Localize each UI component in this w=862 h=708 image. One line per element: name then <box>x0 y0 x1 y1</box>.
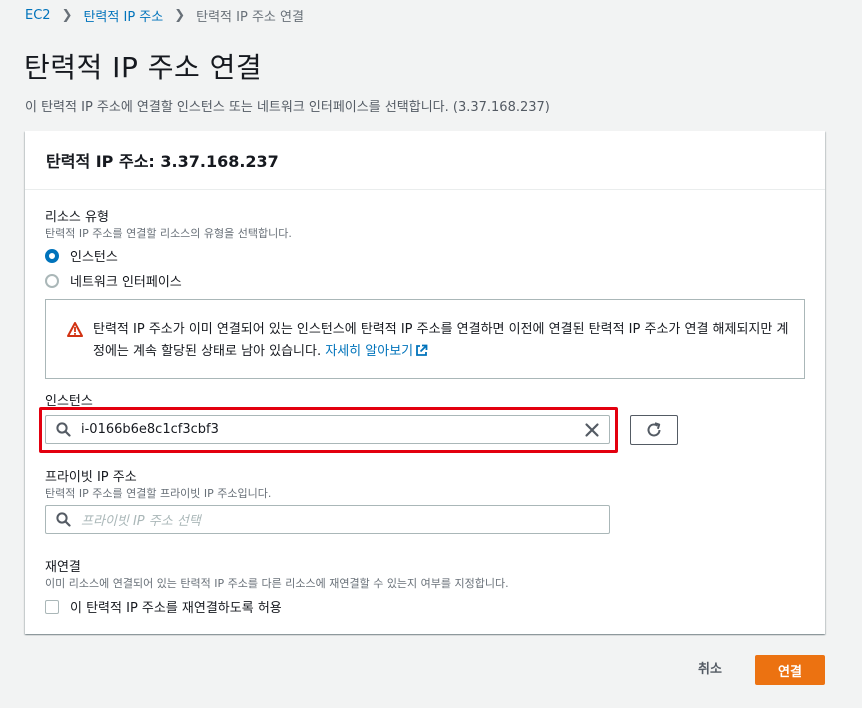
cancel-button[interactable]: 취소 <box>680 660 740 680</box>
warning-alert-text: 탄력적 IP 주소가 이미 연결되어 있는 인스턴스에 탄력적 IP 주소를 연… <box>93 319 793 365</box>
radio-instance-label: 인스턴스 <box>70 250 118 265</box>
breadcrumb-elastic-ips[interactable]: 탄력적 IP 주소 <box>83 6 163 25</box>
breadcrumb-current: 탄력적 IP 주소 연결 <box>196 10 304 25</box>
chevron-right-icon: ❯ <box>174 8 186 23</box>
allow-reassociation-label: 이 탄력적 IP 주소를 재연결하도록 허용 <box>70 601 282 616</box>
chevron-right-icon: ❯ <box>61 8 73 23</box>
reassociation-description: 이미 리소스에 연결되어 있는 탄력적 IP 주소를 다른 리소스에 재연결할 … <box>45 577 509 590</box>
radio-instance-button[interactable] <box>45 248 59 263</box>
external-link-icon <box>415 343 428 365</box>
search-icon <box>56 422 71 437</box>
association-panel: 탄력적 IP 주소: 3.37.168.237 리소스 유형 탄력적 IP 주소… <box>25 131 825 634</box>
breadcrumb: EC2 ❯ 탄력적 IP 주소 ❯ 탄력적 IP 주소 연결 <box>25 6 304 25</box>
resource-type-description: 탄력적 IP 주소를 연결할 리소스의 유형을 선택합니다. <box>45 227 292 240</box>
page-description: 이 탄력적 IP 주소에 연결할 인스턴스 또는 네트워크 인터페이스를 선택합… <box>25 100 550 115</box>
warning-icon <box>67 322 83 341</box>
instance-input-value: i-0166b6e8c1cf3cbf3 <box>81 422 219 437</box>
reassociation-label: 재연결 <box>45 560 81 575</box>
learn-more-label: 자세히 알아보기 <box>325 344 414 359</box>
panel-header: 탄력적 IP 주소: 3.37.168.237 <box>25 131 825 190</box>
radio-instance[interactable]: 인스턴스 <box>45 246 118 265</box>
radio-network-interface[interactable]: 네트워크 인터페이스 <box>45 271 182 290</box>
allow-reassociation-box[interactable] <box>45 599 59 614</box>
private-ip-label: 프라이빗 IP 주소 <box>45 470 137 485</box>
search-icon <box>56 512 71 527</box>
warning-alert: 탄력적 IP 주소가 이미 연결되어 있는 인스턴스에 탄력적 IP 주소를 연… <box>45 299 805 379</box>
private-ip-placeholder: 프라이빗 IP 주소 선택 <box>81 514 201 529</box>
instance-search-input[interactable]: i-0166b6e8c1cf3cbf3 <box>45 415 610 444</box>
page-title: 탄력적 IP 주소 연결 <box>24 51 263 84</box>
radio-network-interface-button[interactable] <box>45 273 59 288</box>
breadcrumb-ec2[interactable]: EC2 <box>25 8 51 23</box>
clear-icon[interactable] <box>584 422 600 438</box>
private-ip-select[interactable]: 프라이빗 IP 주소 선택 <box>45 505 610 534</box>
connect-button[interactable]: 연결 <box>755 655 825 685</box>
resource-type-label: 리소스 유형 <box>45 210 109 225</box>
learn-more-link[interactable]: 자세히 알아보기 <box>325 344 428 359</box>
allow-reassociation-checkbox[interactable]: 이 탄력적 IP 주소를 재연결하도록 허용 <box>45 597 282 616</box>
refresh-button[interactable] <box>630 415 678 445</box>
warning-alert-message: 탄력적 IP 주소가 이미 연결되어 있는 인스턴스에 탄력적 IP 주소를 연… <box>93 322 789 359</box>
refresh-icon <box>645 421 663 439</box>
private-ip-description: 탄력적 IP 주소를 연결할 프라이빗 IP 주소입니다. <box>45 487 272 500</box>
radio-network-interface-label: 네트워크 인터페이스 <box>70 275 182 290</box>
